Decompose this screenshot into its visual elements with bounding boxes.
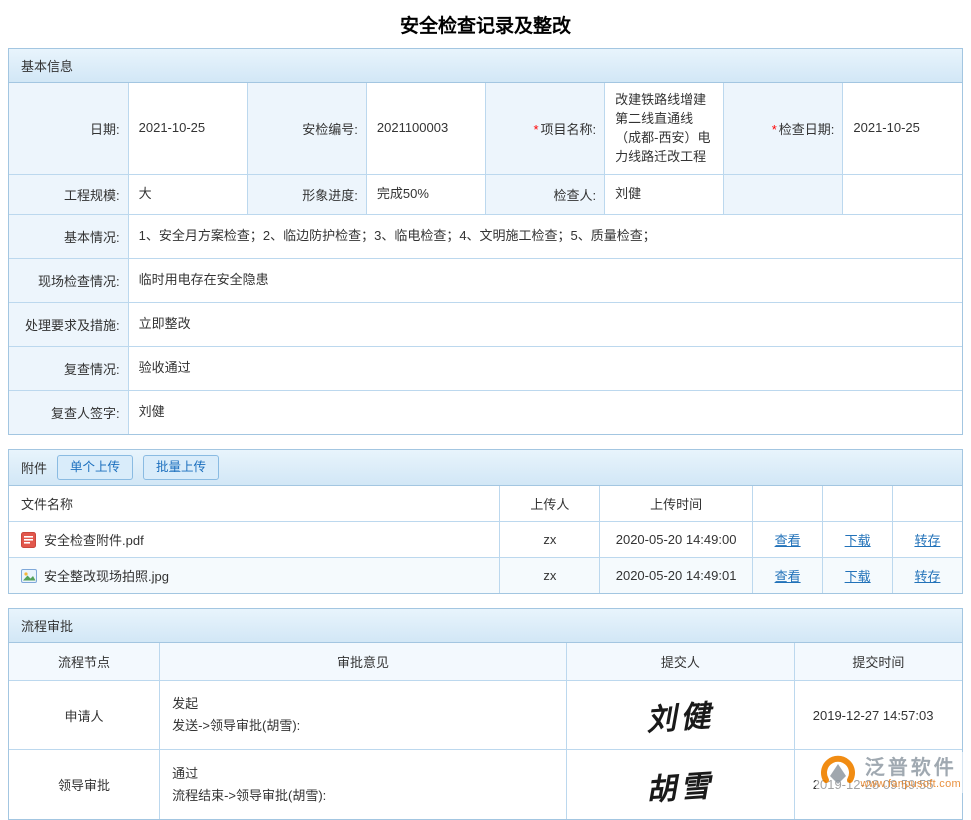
measures-label: 处理要求及措施: [9, 303, 128, 347]
submitter-signature: 刘健 [645, 691, 716, 740]
required-marker: * [772, 122, 777, 137]
column-submit-time: 提交时间 [794, 643, 962, 681]
progress-value: 完成50% [366, 175, 485, 215]
attachments-header: 附件 单个上传 批量上传 [9, 450, 962, 486]
batch-upload-button[interactable]: 批量上传 [143, 455, 219, 480]
column-flow-node: 流程节点 [9, 643, 160, 681]
check-date-value: 2021-10-25 [843, 83, 962, 175]
date-value: 2021-10-25 [128, 83, 247, 175]
flow-node: 申请人 [9, 681, 160, 750]
file-upload-time: 2020-05-20 14:49:00 [600, 522, 752, 558]
file-uploader: zx [500, 558, 600, 594]
watermark-brand: 泛普软件 [865, 756, 957, 778]
file-uploader: zx [500, 522, 600, 558]
fanpu-logo-icon [820, 754, 856, 791]
pdf-file-icon [21, 532, 37, 548]
date-label: 日期: [9, 83, 128, 175]
basic-situation-value: 1、安全月方案检查；2、临边防护检查；3、临电检查；4、文明施工检查；5、质量检… [128, 215, 962, 259]
review-value: 验收通过 [128, 347, 962, 391]
column-upload-time: 上传时间 [600, 486, 752, 522]
fanpu-watermark: 泛普软件 www.fanpusoft.com [816, 752, 965, 793]
page-title: 安全检查记录及整改 [0, 0, 971, 48]
project-name-value: 改建铁路线增建第二线直通线（成都-西安）电力线路迁改工程 [605, 83, 724, 175]
progress-label: 形象进度: [247, 175, 366, 215]
saveas-link[interactable]: 转存 [914, 533, 940, 548]
site-check-label: 现场检查情况: [9, 259, 128, 303]
file-upload-time: 2020-05-20 14:49:01 [600, 558, 752, 594]
download-link[interactable]: 下载 [845, 533, 871, 548]
download-link[interactable]: 下载 [845, 569, 871, 584]
column-action-2 [823, 486, 893, 522]
review-label: 复查情况: [9, 347, 128, 391]
project-scale-value: 大 [128, 175, 247, 215]
attachments-header-row: 文件名称 上传人 上传时间 [9, 486, 962, 522]
approval-opinion: 发起 发送->领导审批(胡雪): [160, 681, 567, 750]
review-sign-value: 刘健 [128, 391, 962, 435]
approval-header-row: 流程节点 审批意见 提交人 提交时间 [9, 643, 962, 681]
table-row: 工程规模: 大 形象进度: 完成50% 检查人: 刘健 [9, 175, 962, 215]
column-action-1 [752, 486, 823, 522]
view-link[interactable]: 查看 [775, 533, 801, 548]
table-row: 处理要求及措施: 立即整改 [9, 303, 962, 347]
measures-value: 立即整改 [128, 303, 962, 347]
inspection-no-label: 安检编号: [247, 83, 366, 175]
inspection-no-value: 2021100003 [366, 83, 485, 175]
basic-situation-label: 基本情况: [9, 215, 128, 259]
column-submitter: 提交人 [566, 643, 794, 681]
column-approval-opinion: 审批意见 [160, 643, 567, 681]
flow-node: 领导审批 [9, 750, 160, 819]
column-uploader: 上传人 [500, 486, 600, 522]
view-link[interactable]: 查看 [775, 569, 801, 584]
watermark-url: www.fanpusoft.com [861, 778, 961, 790]
project-name-label: *项目名称: [486, 83, 605, 175]
attachments-title: 附件 [21, 458, 47, 477]
submit-time: 2019-12-27 14:57:03 [794, 681, 962, 750]
empty-value-cell [843, 175, 962, 215]
project-scale-label: 工程规模: [9, 175, 128, 215]
file-row: 安全整改现场拍照.jpg zx 2020-05-20 14:49:01 查看 下… [9, 558, 962, 594]
file-row: 安全检查附件.pdf zx 2020-05-20 14:49:00 查看 下载 … [9, 522, 962, 558]
approval-header: 流程审批 [9, 609, 962, 643]
image-file-icon [21, 568, 37, 584]
single-upload-button[interactable]: 单个上传 [57, 455, 133, 480]
approval-opinion: 通过 流程结束->领导审批(胡雪): [160, 750, 567, 819]
table-row: 复查人签字: 刘健 [9, 391, 962, 435]
attachments-panel: 附件 单个上传 批量上传 文件名称 上传人 上传时间 [8, 449, 963, 594]
check-date-label: *检查日期: [724, 83, 843, 175]
table-row: 现场检查情况: 临时用电存在安全隐患 [9, 259, 962, 303]
column-file-name: 文件名称 [9, 486, 500, 522]
basic-info-table: 日期: 2021-10-25 安检编号: 2021100003 *项目名称: 改… [9, 83, 962, 434]
required-marker: * [533, 122, 538, 137]
basic-info-header: 基本信息 [9, 49, 962, 83]
approval-row: 申请人 发起 发送->领导审批(胡雪): 刘健 2019-12-27 14:57… [9, 681, 962, 750]
table-row: 基本情况: 1、安全月方案检查；2、临边防护检查；3、临电检查；4、文明施工检查… [9, 215, 962, 259]
basic-info-panel: 基本信息 日期: 2021-10-25 安检编号: 2021100003 *项目… [8, 48, 963, 435]
saveas-link[interactable]: 转存 [914, 569, 940, 584]
empty-label-cell [724, 175, 843, 215]
submitter-signature: 胡雪 [645, 760, 716, 809]
site-check-value: 临时用电存在安全隐患 [128, 259, 962, 303]
table-row: 日期: 2021-10-25 安检编号: 2021100003 *项目名称: 改… [9, 83, 962, 175]
attachments-table: 文件名称 上传人 上传时间 安全检查附件.pd [9, 486, 962, 593]
inspector-value: 刘健 [605, 175, 724, 215]
column-action-3 [892, 486, 962, 522]
review-sign-label: 复查人签字: [9, 391, 128, 435]
inspector-label: 检查人: [486, 175, 605, 215]
file-name: 安全整改现场拍照.jpg [44, 566, 169, 585]
table-row: 复查情况: 验收通过 [9, 347, 962, 391]
file-name: 安全检查附件.pdf [44, 530, 144, 549]
